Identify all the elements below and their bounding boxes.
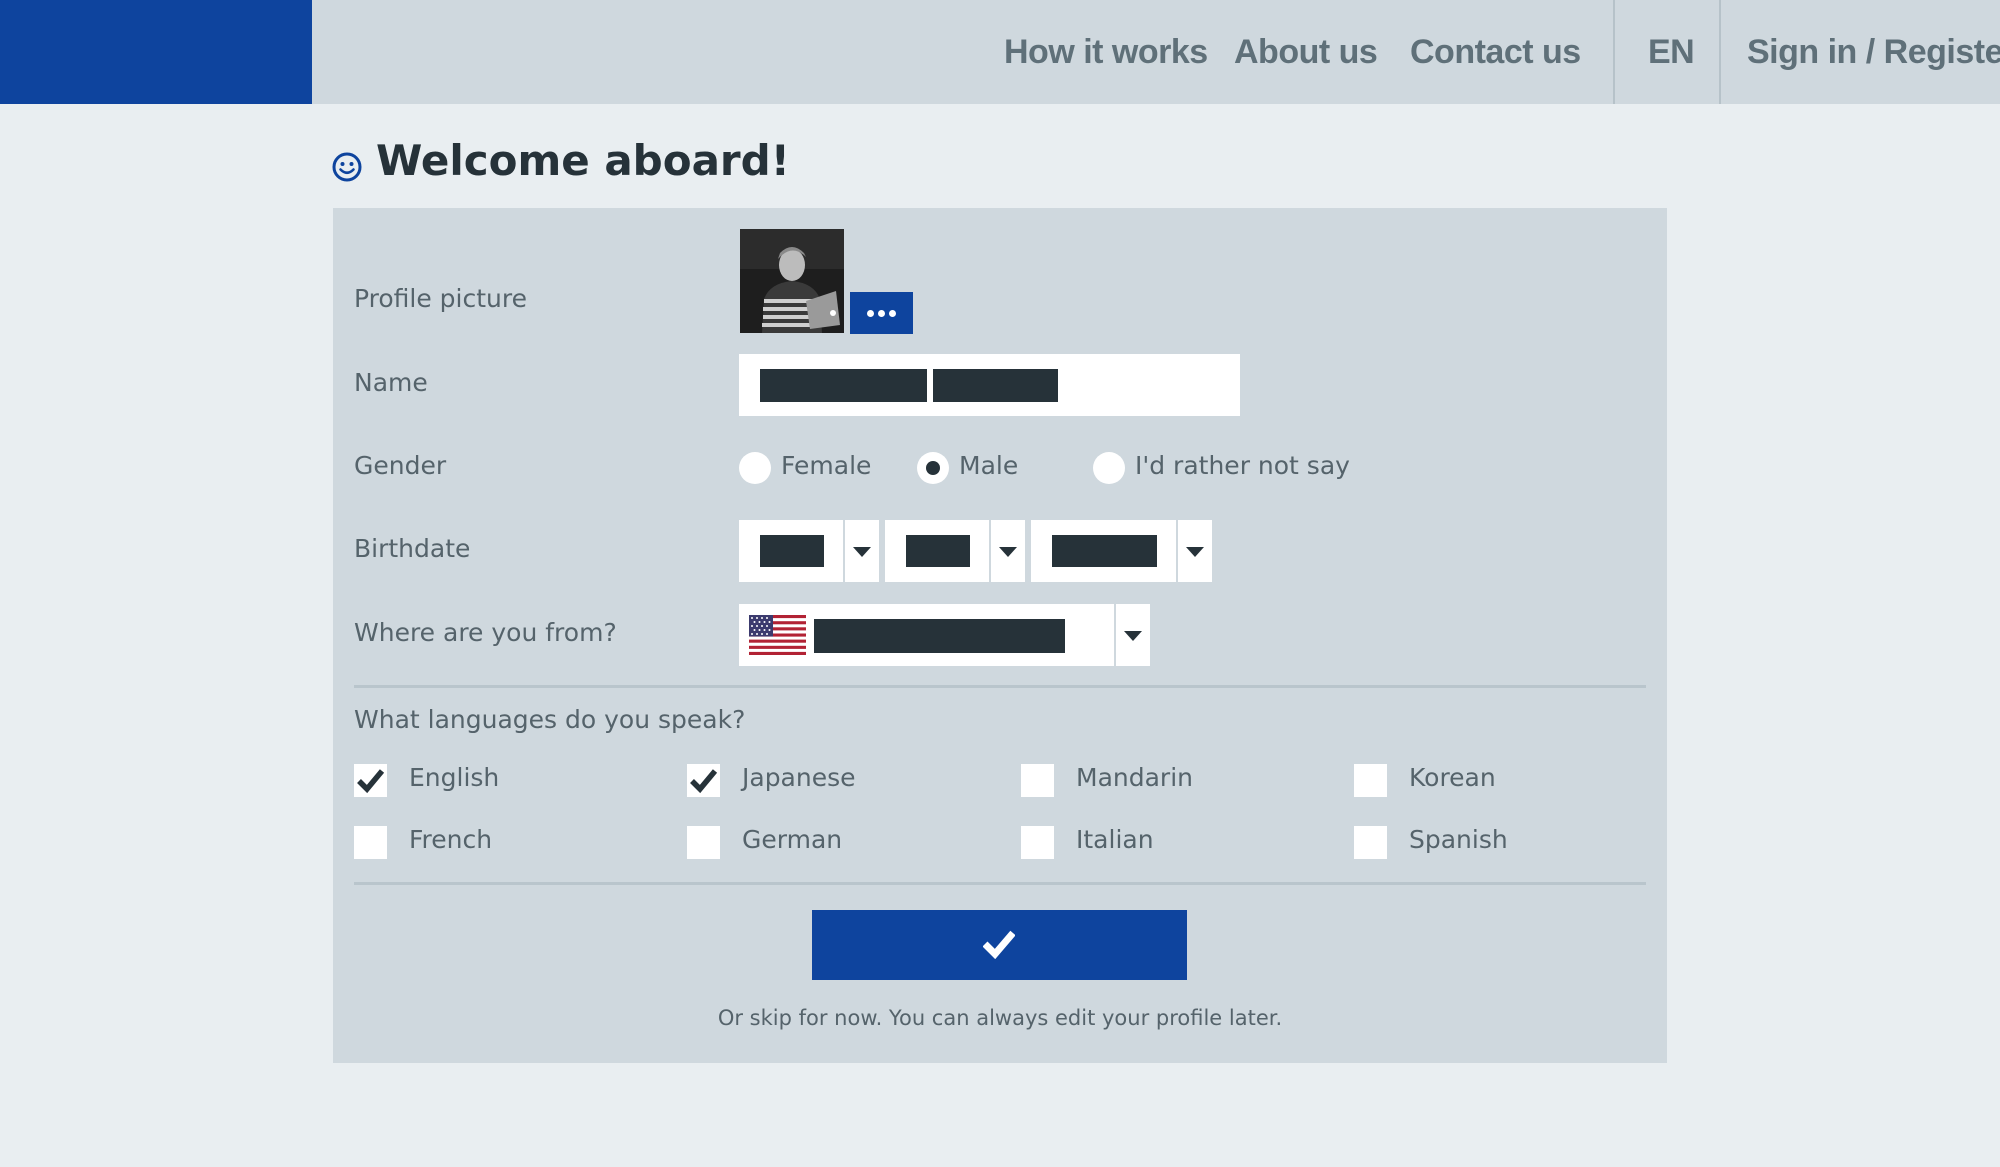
dropdown-toggle xyxy=(1176,520,1212,582)
language-label-english: English xyxy=(409,763,500,792)
name-input[interactable] xyxy=(739,354,1240,416)
language-label-italian: Italian xyxy=(1076,825,1154,854)
dropdown-toggle xyxy=(843,520,879,582)
language-checkbox-japanese[interactable] xyxy=(687,764,720,797)
gender-radio-not-say[interactable] xyxy=(1093,452,1125,484)
redacted-country xyxy=(814,619,1065,653)
languages-label: What languages do you speak? xyxy=(354,705,746,734)
redacted-day xyxy=(760,535,824,567)
nav-about-us[interactable]: About us xyxy=(1234,0,1378,104)
avatar-photo xyxy=(740,229,844,333)
gender-radio-female[interactable] xyxy=(739,452,771,484)
page-title: Welcome aboard! xyxy=(376,136,790,185)
chevron-down-icon xyxy=(853,547,871,557)
checkmark-icon xyxy=(983,930,1015,959)
dropdown-toggle xyxy=(1114,604,1150,666)
gender-option-label: Male xyxy=(959,451,1019,480)
profile-picture-label: Profile picture xyxy=(354,284,527,313)
language-label-mandarin: Mandarin xyxy=(1076,763,1193,792)
skip-for-now-link[interactable]: Or skip for now. You can always edit you… xyxy=(333,1006,1667,1030)
dropdown-toggle xyxy=(989,520,1025,582)
language-label-german: German xyxy=(742,825,843,854)
chevron-down-icon xyxy=(1124,631,1142,641)
gender-radio-male[interactable] xyxy=(917,452,949,484)
submit-profile-button[interactable] xyxy=(812,910,1187,980)
language-label-spanish: Spanish xyxy=(1409,825,1508,854)
checkmark-icon xyxy=(357,769,385,794)
language-label-french: French xyxy=(409,825,493,854)
chevron-down-icon xyxy=(1186,547,1204,557)
gender-option-label: I'd rather not say xyxy=(1135,451,1350,480)
gender-option-label: Female xyxy=(781,451,872,480)
top-navigation: How it works About us Contact us EN Sign… xyxy=(0,0,2000,104)
checkmark-icon xyxy=(690,769,718,794)
language-label-japanese: Japanese xyxy=(742,763,856,792)
redacted-first-name xyxy=(760,369,927,402)
us-flag-icon xyxy=(749,615,806,655)
sign-in-register-link[interactable]: Sign in / Register xyxy=(1747,0,2000,104)
birthdate-label: Birthdate xyxy=(354,534,471,563)
language-checkbox-english[interactable] xyxy=(354,764,387,797)
redacted-year xyxy=(1052,535,1157,567)
more-dots-icon xyxy=(878,309,885,317)
avatar[interactable] xyxy=(740,229,844,333)
redacted-last-name xyxy=(933,369,1058,402)
radio-selected-dot xyxy=(926,461,940,475)
nav-divider xyxy=(1719,0,1721,104)
language-switcher[interactable]: EN xyxy=(1648,0,1695,104)
country-label: Where are you from? xyxy=(354,618,617,647)
nav-how-it-works[interactable]: How it works xyxy=(1004,0,1208,104)
country-select[interactable] xyxy=(739,604,1150,666)
change-picture-button[interactable] xyxy=(850,292,913,334)
birth-day-select[interactable] xyxy=(739,520,879,582)
language-checkbox-mandarin[interactable] xyxy=(1021,764,1054,797)
birth-month-select[interactable] xyxy=(885,520,1025,582)
more-dots-icon xyxy=(889,309,896,317)
nav-contact-us[interactable]: Contact us xyxy=(1410,0,1581,104)
nav-divider xyxy=(1613,0,1615,104)
language-checkbox-french[interactable] xyxy=(354,826,387,859)
language-label-korean: Korean xyxy=(1409,763,1496,792)
profile-form: Profile picture Name Gender Female Male … xyxy=(333,208,1667,1063)
brand-logo[interactable] xyxy=(0,0,312,104)
smiley-icon xyxy=(332,152,362,182)
chevron-down-icon xyxy=(999,547,1017,557)
language-checkbox-german[interactable] xyxy=(687,826,720,859)
gender-label: Gender xyxy=(354,451,447,480)
name-label: Name xyxy=(354,368,428,397)
divider xyxy=(354,882,1646,885)
redacted-month xyxy=(906,535,970,567)
divider xyxy=(354,685,1646,688)
language-checkbox-korean[interactable] xyxy=(1354,764,1387,797)
language-checkbox-italian[interactable] xyxy=(1021,826,1054,859)
language-checkbox-spanish[interactable] xyxy=(1354,826,1387,859)
birth-year-select[interactable] xyxy=(1031,520,1212,582)
more-dots-icon xyxy=(867,309,874,317)
